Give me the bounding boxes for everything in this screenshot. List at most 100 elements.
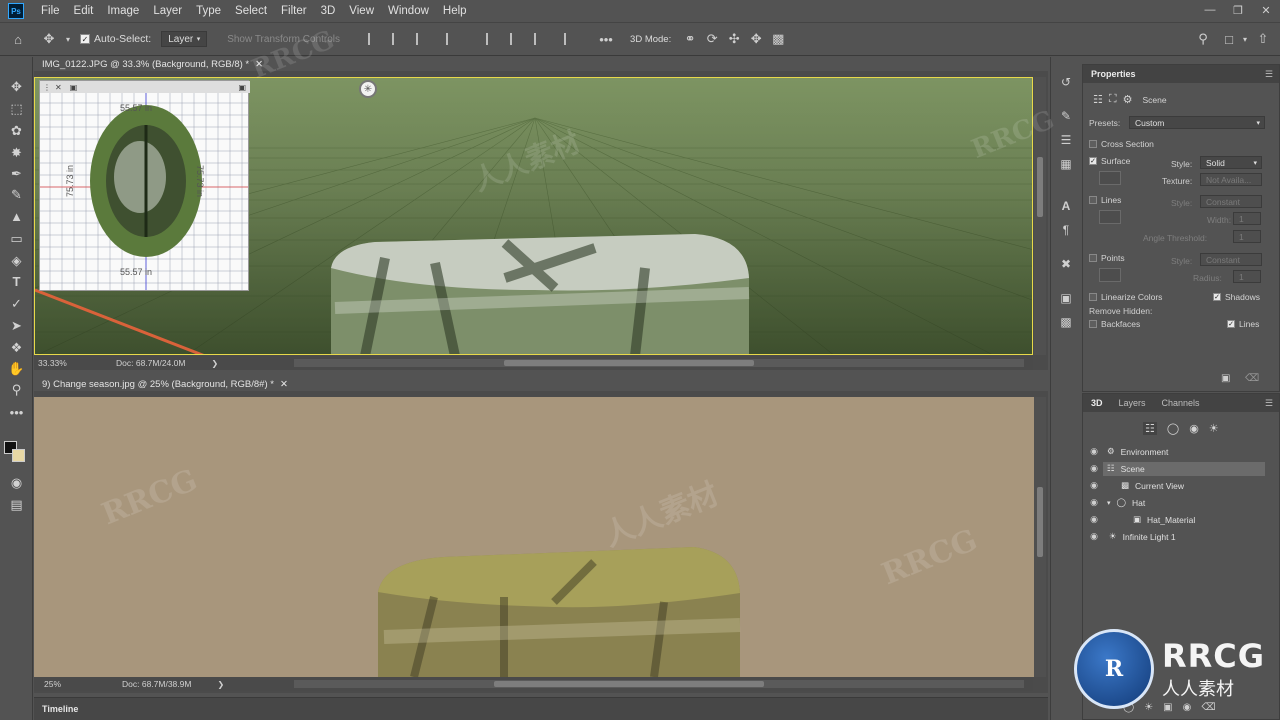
zoom-tool-icon[interactable]: ⚲ [6,380,27,399]
status-arrow-icon[interactable]: ❯ [211,359,218,368]
canvas-2[interactable] [34,397,1034,677]
presets-dropdown[interactable]: Custom ▾ [1129,116,1265,129]
3d-object-tool-icon[interactable]: ❖ [6,338,27,357]
swatches-icon[interactable]: ▦ [1059,157,1073,171]
eraser-tool-icon[interactable]: ▭ [6,229,27,248]
3d-hat-object[interactable] [331,234,750,355]
path-select-tool-icon[interactable]: ➤ [6,316,27,335]
filter-light-icon[interactable]: ☀ [1209,422,1219,435]
close-tab-icon[interactable]: ✕ [280,379,288,390]
angle-threshold-input[interactable]: 1 [1233,230,1261,243]
tree-item-infinite-light[interactable]: ◉ ☀ Infinite Light 1 [1083,529,1279,544]
vertical-scrollbar-2[interactable] [1034,397,1046,677]
texture-dropdown[interactable]: Not Availa... [1200,173,1262,186]
align-middle-icon[interactable] [510,33,522,45]
paragraph-icon[interactable]: ¶ [1059,223,1073,237]
camera-icon[interactable]: ⚙ [1123,93,1133,106]
menu-select[interactable]: Select [228,0,274,22]
menu-type[interactable]: Type [189,0,228,22]
status-arrow-icon[interactable]: ❯ [217,680,224,689]
horizontal-scrollbar-2[interactable] [294,680,1024,688]
close-tab-icon[interactable]: ✕ [255,59,263,70]
lines-checkbox[interactable] [1089,196,1097,204]
uv-texture-icon[interactable]: ▣ [70,83,78,92]
uv-close-icon[interactable]: ✕ [55,83,62,92]
lines-toggle[interactable]: Lines [1089,195,1121,205]
roll-3d-icon[interactable]: ⟳ [701,27,723,51]
chevron-down-icon[interactable]: ▾ [62,27,74,51]
surface-style-dropdown[interactable]: Solid ▾ [1200,156,1262,169]
menu-image[interactable]: Image [100,0,146,22]
auto-select-dropdown[interactable]: Layer ▾ [161,31,208,47]
render-icon[interactable]: ▣ [1221,373,1230,384]
shadows-toggle[interactable]: ✓ Shadows [1213,292,1260,302]
minimize-icon[interactable]: — [1196,0,1224,20]
vertical-scroll-thumb-1[interactable] [1037,157,1043,217]
3d-axis-widget-icon[interactable]: ✳ [359,80,377,98]
distribute-vertical-icon[interactable] [564,33,576,45]
surface-toggle[interactable]: ✓ Surface [1089,156,1130,166]
properties-tab[interactable]: Properties [1083,69,1144,79]
more-options-icon[interactable]: ••• [596,27,616,51]
backfaces-toggle[interactable]: Backfaces [1089,319,1140,329]
marquee-tool-icon[interactable]: ⬚ [6,99,27,118]
cross-section-toggle[interactable]: Cross Section [1089,139,1154,149]
zoom-level-2[interactable]: 25% [44,679,108,689]
zoom-level-1[interactable]: 33.33% [38,358,108,368]
filter-scene-icon[interactable]: ☷ [1143,422,1157,435]
brush-settings-icon[interactable]: ✎ [1059,109,1073,123]
menu-file[interactable]: File [34,0,67,22]
filter-material-icon[interactable]: ◉ [1189,422,1199,435]
brush-tool-icon[interactable]: ✎ [6,185,27,204]
share-icon[interactable]: ⇧ [1252,27,1274,51]
visibility-eye-icon[interactable]: ◉ [1087,446,1101,457]
timeline-panel[interactable]: Timeline [34,697,1048,720]
close-icon[interactable]: ✕ [1252,0,1280,20]
distribute-icon[interactable] [446,33,458,45]
points-toggle[interactable]: Points [1089,253,1125,263]
surface-checkbox[interactable]: ✓ [1089,157,1097,165]
uv-expand-icon[interactable]: ▣ [238,83,246,92]
linearize-colors-toggle[interactable]: Linearize Colors [1089,292,1162,302]
move-tool-icon[interactable]: ✥ [36,27,62,51]
panel-menu-icon[interactable]: ☰ [1265,69,1273,80]
screen-mode-icon[interactable]: ▤ [6,495,27,514]
eyedropper-tool-icon[interactable]: ✒ [6,164,27,183]
quick-select-tool-icon[interactable]: ✸ [6,143,27,162]
auto-select-checkbox[interactable]: ✓ [80,34,90,44]
radius-input[interactable]: 1 [1233,270,1261,283]
menu-filter[interactable]: Filter [274,0,314,22]
align-left-icon[interactable] [368,33,380,45]
uv-menu-icon[interactable]: ⋮ [43,83,51,92]
points-color-swatch[interactable] [1099,268,1121,282]
visibility-eye-icon[interactable]: ◉ [1087,531,1101,542]
camera-3d-icon[interactable]: ▩ [767,27,789,51]
panel-menu-icon[interactable]: ☰ [1265,398,1273,409]
auto-select-toggle[interactable]: ✓ Auto-Select: [80,33,151,45]
document-tab-1[interactable]: IMG_0122.JPG @ 33.3% (Background, RGB/8)… [34,57,1048,71]
menu-edit[interactable]: Edit [67,0,101,22]
tree-item-scene[interactable]: ◉ ☷ Scene [1083,461,1279,476]
visibility-eye-icon[interactable]: ◉ [1087,480,1101,491]
vertical-scrollbar-1[interactable] [1034,77,1046,355]
width-input[interactable]: 1 [1233,212,1261,225]
lasso-tool-icon[interactable]: ✿ [6,121,27,140]
delete-icon[interactable]: ⌫ [1245,373,1259,384]
more-tools-icon[interactable]: ••• [6,403,27,422]
scene-tree-icon[interactable]: ☷ [1093,93,1103,106]
align-top-icon[interactable] [486,33,498,45]
visibility-eye-icon[interactable]: ◉ [1087,463,1101,474]
canvas-1[interactable]: ⋮ ✕ ▣ ▣ 55.57 in 55.57 in 75.73 in 75.73… [34,77,1033,355]
backfaces-checkbox[interactable] [1089,320,1097,328]
align-right-icon[interactable] [416,33,428,45]
visibility-eye-icon[interactable]: ◉ [1087,497,1101,508]
properties-icon[interactable]: ▣ [1059,291,1073,305]
cross-section-checkbox[interactable] [1089,140,1097,148]
menu-layer[interactable]: Layer [146,0,189,22]
workspace-chevron-icon[interactable]: ▾ [1240,27,1250,51]
character-icon[interactable]: A [1059,199,1073,213]
orbit-3d-icon[interactable]: ⚭ [679,27,701,51]
menu-window[interactable]: Window [381,0,436,22]
pen-tool-icon[interactable]: ✓ [6,294,27,313]
points-style-dropdown[interactable]: Constant [1200,253,1262,266]
